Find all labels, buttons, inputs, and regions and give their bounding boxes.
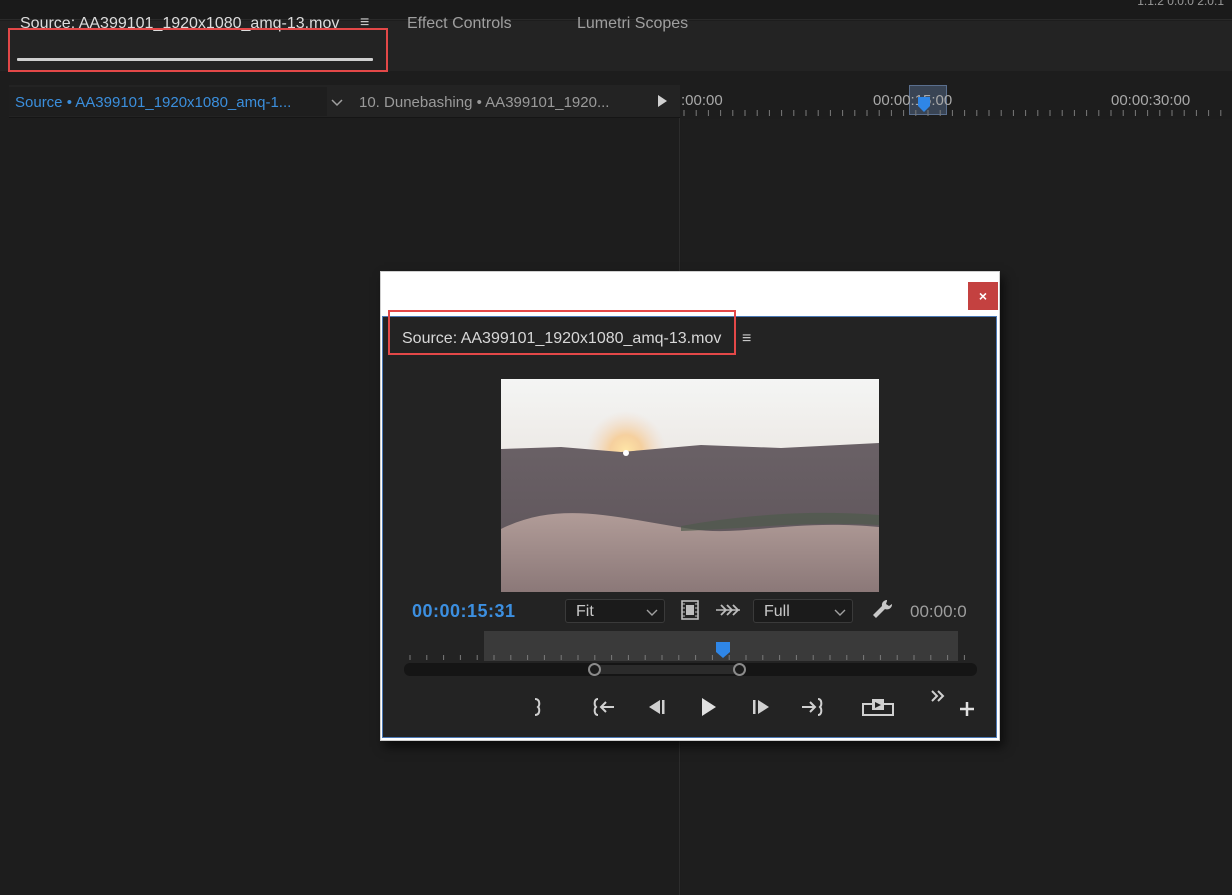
tab-source[interactable]: Source: AA399101_1920x1080_amq-13.mov <box>20 15 339 33</box>
close-button[interactable]: × <box>968 282 998 310</box>
zoom-level-select[interactable]: Fit <box>565 599 665 623</box>
go-to-in-icon[interactable] <box>592 695 616 719</box>
active-tab-underline <box>17 58 373 61</box>
playhead-icon[interactable] <box>715 641 731 659</box>
chevron-down-icon <box>646 609 658 616</box>
scrub-ticks <box>409 655 965 660</box>
source-clip-label: Source • AA399101_1920x1080_amq-1... <box>15 94 292 111</box>
plus-icon[interactable] <box>958 700 976 718</box>
more-controls-icon[interactable] <box>930 688 946 704</box>
chevron-down-icon[interactable] <box>330 95 344 109</box>
zoom-level-value: Fit <box>576 603 594 620</box>
go-to-out-icon[interactable] <box>800 695 824 719</box>
playback-resolution-select[interactable]: Full <box>753 599 853 623</box>
playhead-icon[interactable] <box>917 96 931 114</box>
sequence-clip-label[interactable]: 10. Dunebashing • AA399101_1920... <box>359 94 609 111</box>
filmstrip-icon[interactable] <box>680 600 700 620</box>
tab-lumetri-scopes[interactable]: Lumetri Scopes <box>577 15 688 33</box>
zoom-handle-left[interactable] <box>588 663 601 676</box>
insert-clip-icon[interactable] <box>862 695 894 719</box>
step-back-icon[interactable] <box>644 695 668 719</box>
video-preview <box>501 379 879 592</box>
tab-effect-controls[interactable]: Effect Controls <box>407 15 512 33</box>
playback-resolution-value: Full <box>764 603 790 620</box>
mark-out-icon[interactable] <box>526 695 550 719</box>
clip-duration: 00:00:0 <box>910 602 967 621</box>
fast-forward-icon[interactable] <box>716 602 740 618</box>
source-clip-dropdown[interactable]: Source • AA399101_1920x1080_amq-1... <box>9 87 327 116</box>
step-forward-icon[interactable] <box>750 695 774 719</box>
floating-panel-title[interactable]: Source: AA399101_1920x1080_amq-13.mov <box>402 330 721 348</box>
chevron-down-icon <box>834 609 846 616</box>
play-arrow-icon[interactable] <box>655 94 669 108</box>
zoom-handle-right[interactable] <box>733 663 746 676</box>
wrench-icon[interactable] <box>871 598 895 620</box>
play-icon[interactable] <box>696 695 720 719</box>
panel-menu-icon[interactable]: ≡ <box>360 14 369 32</box>
current-timecode[interactable]: 00:00:15:31 <box>412 601 516 622</box>
zoom-scroll-range[interactable] <box>594 665 739 674</box>
ruler-ticks <box>683 110 1222 116</box>
floating-panel-menu-icon[interactable]: ≡ <box>742 330 751 348</box>
top-strip-text: 1:1.2 0.0.0 2.0.1 <box>1137 0 1224 8</box>
